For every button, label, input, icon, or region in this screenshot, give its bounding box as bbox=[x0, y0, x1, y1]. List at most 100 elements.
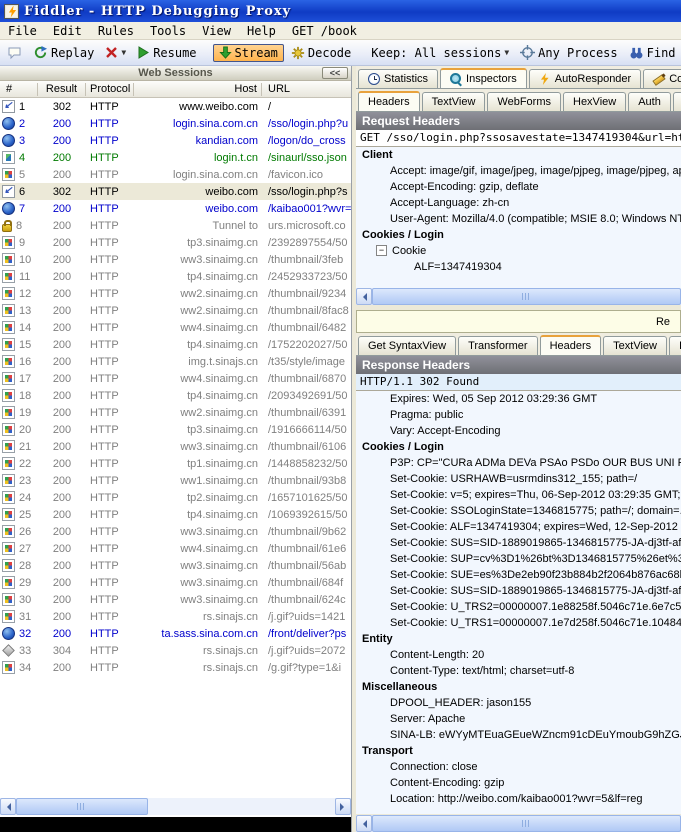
header-item[interactable]: Set-Cookie: U_TRS2=00000007.1e88258f.504… bbox=[356, 599, 681, 615]
header-item[interactable]: Content-Length: 20 bbox=[356, 647, 681, 663]
table-row[interactable]: 12 200 HTTP ww2.sinaimg.cn /thumbnail/92… bbox=[0, 285, 351, 302]
tree-section-header[interactable]: Cookies / Login bbox=[356, 227, 681, 243]
table-row[interactable]: 15 200 HTTP tp4.sinaimg.cn /1752202027/5… bbox=[0, 336, 351, 353]
header-item[interactable]: Content-Encoding: gzip bbox=[356, 775, 681, 791]
header-item[interactable]: Expires: Wed, 05 Sep 2012 03:29:36 GMT bbox=[356, 391, 681, 407]
decode-button[interactable]: Decode bbox=[287, 44, 355, 62]
request-inspector-tab[interactable]: Auth bbox=[628, 92, 671, 111]
request-inspector-tab[interactable]: C bbox=[673, 92, 681, 111]
request-line[interactable]: GET /sso/login.php?ssosavestate=13474193… bbox=[356, 130, 681, 147]
response-inspector-tab[interactable]: Headers bbox=[540, 335, 602, 356]
menu-item[interactable]: Tools bbox=[142, 22, 194, 39]
response-inspector-tab[interactable]: Transformer bbox=[458, 336, 538, 355]
menu-item[interactable]: View bbox=[194, 22, 239, 39]
header-item[interactable]: Server: Apache bbox=[356, 711, 681, 727]
menu-item[interactable]: File bbox=[0, 22, 45, 39]
delete-button[interactable]: ▼ bbox=[101, 44, 130, 61]
table-row[interactable]: 19 200 HTTP ww2.sinaimg.cn /thumbnail/63… bbox=[0, 404, 351, 421]
response-status-line[interactable]: HTTP/1.1 302 Found bbox=[356, 374, 681, 391]
table-row[interactable]: 6 302 HTTP weibo.com /sso/login.php?s bbox=[0, 183, 351, 200]
header-item[interactable]: Set-Cookie: USRHAWB=usrmdins312_155; pat… bbox=[356, 471, 681, 487]
header-item[interactable]: Connection: close bbox=[356, 759, 681, 775]
header-item[interactable]: Content-Type: text/html; charset=utf-8 bbox=[356, 663, 681, 679]
table-row[interactable]: 20 200 HTTP tp3.sinaimg.cn /1916666114/5… bbox=[0, 421, 351, 438]
column-header-url[interactable]: URL bbox=[262, 83, 351, 96]
scroll-left-arrow[interactable] bbox=[356, 815, 372, 832]
header-item[interactable]: Set-Cookie: SUE=es%3De2eb90f23b884b2f206… bbox=[356, 567, 681, 583]
delete-dropdown-caret[interactable]: ▼ bbox=[121, 48, 126, 57]
table-row[interactable]: 16 200 HTTP img.t.sinajs.cn /t35/style/i… bbox=[0, 353, 351, 370]
header-item[interactable]: Cookie bbox=[356, 243, 681, 259]
table-row[interactable]: 29 200 HTTP ww3.sinaimg.cn /thumbnail/68… bbox=[0, 574, 351, 591]
header-item[interactable]: Location: http://weibo.com/kaibao001?wvr… bbox=[356, 791, 681, 807]
table-row[interactable]: 14 200 HTTP ww4.sinaimg.cn /thumbnail/64… bbox=[0, 319, 351, 336]
menu-item[interactable]: Edit bbox=[45, 22, 90, 39]
header-item[interactable]: Accept-Language: zh-cn bbox=[356, 195, 681, 211]
menu-item[interactable]: Rules bbox=[90, 22, 142, 39]
response-encoding-banner[interactable]: Re bbox=[356, 310, 681, 333]
tree-section-header[interactable]: Client bbox=[356, 147, 681, 163]
request-inspector-tab[interactable]: Headers bbox=[358, 91, 420, 112]
table-row[interactable]: 2 200 HTTP login.sina.com.cn /sso/login.… bbox=[0, 115, 351, 132]
table-row[interactable]: 13 200 HTTP ww2.sinaimg.cn /thumbnail/8f… bbox=[0, 302, 351, 319]
table-row[interactable]: 26 200 HTTP ww3.sinaimg.cn /thumbnail/9b… bbox=[0, 523, 351, 540]
table-row[interactable]: 11 200 HTTP tp4.sinaimg.cn /2452933723/5… bbox=[0, 268, 351, 285]
table-row[interactable]: 27 200 HTTP ww4.sinaimg.cn /thumbnail/61… bbox=[0, 540, 351, 557]
column-header-result[interactable]: Result bbox=[38, 83, 86, 96]
table-row[interactable]: 5 200 HTTP login.sina.com.cn /favicon.ic… bbox=[0, 166, 351, 183]
header-item[interactable]: Set-Cookie: SUS=SID-1889019865-134681577… bbox=[356, 583, 681, 599]
collapse-panel-button[interactable]: << bbox=[322, 67, 348, 79]
header-item[interactable]: DPOOL_HEADER: jason155 bbox=[356, 695, 681, 711]
header-item[interactable]: ALF=1347419304 bbox=[356, 259, 681, 275]
replay-button[interactable]: Replay bbox=[29, 43, 98, 62]
main-tab[interactable]: Comp bbox=[643, 69, 681, 88]
resume-button[interactable]: Resume bbox=[133, 44, 200, 62]
request-inspector-tab[interactable]: TextView bbox=[422, 92, 486, 111]
table-row[interactable]: 7 200 HTTP weibo.com /kaibao001?wvr= bbox=[0, 200, 351, 217]
tree-section-header[interactable]: Miscellaneous bbox=[356, 679, 681, 695]
column-header-protocol[interactable]: Protocol bbox=[86, 83, 134, 96]
header-item[interactable]: Pragma: public bbox=[356, 407, 681, 423]
request-inspector-tab[interactable]: HexView bbox=[563, 92, 626, 111]
header-item[interactable]: Set-Cookie: ALF=1347419304; expires=Wed,… bbox=[356, 519, 681, 535]
column-header-number[interactable]: # bbox=[0, 83, 38, 96]
main-tab[interactable]: Inspectors bbox=[440, 68, 527, 89]
response-inspector-tab[interactable]: Im bbox=[669, 336, 681, 355]
scroll-left-arrow[interactable] bbox=[356, 288, 372, 305]
column-header-host[interactable]: Host bbox=[134, 83, 262, 96]
table-row[interactable]: 32 200 HTTP ta.sass.sina.com.cn /front/d… bbox=[0, 625, 351, 642]
table-row[interactable]: 31 200 HTTP rs.sinajs.cn /j.gif?uids=142… bbox=[0, 608, 351, 625]
header-item[interactable]: Set-Cookie: SSOLoginState=1346815775; pa… bbox=[356, 503, 681, 519]
table-row[interactable]: 33 304 HTTP rs.sinajs.cn /j.gif?uids=207… bbox=[0, 642, 351, 659]
table-row[interactable]: 17 200 HTTP ww4.sinaimg.cn /thumbnail/68… bbox=[0, 370, 351, 387]
keep-sessions-dropdown[interactable]: Keep: All sessions ▼ bbox=[367, 44, 513, 62]
header-item[interactable]: Vary: Accept-Encoding bbox=[356, 423, 681, 439]
header-item[interactable]: Set-Cookie: v=5; expires=Thu, 06-Sep-201… bbox=[356, 487, 681, 503]
table-row[interactable]: 3 200 HTTP kandian.com /logon/do_cross bbox=[0, 132, 351, 149]
stream-toggle-button[interactable]: Stream bbox=[213, 44, 284, 62]
header-item[interactable]: Accept: image/gif, image/jpeg, image/pjp… bbox=[356, 163, 681, 179]
scroll-thumb[interactable] bbox=[372, 815, 681, 832]
table-row[interactable]: 9 200 HTTP tp3.sinaimg.cn /2392897554/50 bbox=[0, 234, 351, 251]
scroll-right-arrow[interactable] bbox=[335, 798, 351, 815]
table-row[interactable]: 4 200 HTTP login.t.cn /sinaurl/sso.json bbox=[0, 149, 351, 166]
quickexec-input[interactable] bbox=[0, 817, 351, 832]
scroll-left-arrow[interactable] bbox=[0, 798, 16, 815]
tree-section-header[interactable]: Entity bbox=[356, 631, 681, 647]
header-item[interactable]: P3P: CP="CURa ADMa DEVa PSAo PSDo OUR BU… bbox=[356, 455, 681, 471]
menu-item[interactable]: GET /book bbox=[284, 22, 365, 39]
request-inspector-tab[interactable]: WebForms bbox=[487, 92, 561, 111]
header-item[interactable]: SINA-LB: eWYyMTEuaGEueWZncm91cDEuYmoubG9… bbox=[356, 727, 681, 743]
scroll-thumb[interactable] bbox=[16, 798, 148, 815]
menu-item[interactable]: Help bbox=[239, 22, 284, 39]
table-row[interactable]: 28 200 HTTP ww3.sinaimg.cn /thumbnail/56… bbox=[0, 557, 351, 574]
table-row[interactable]: 24 200 HTTP tp2.sinaimg.cn /1657101625/5… bbox=[0, 489, 351, 506]
table-row[interactable]: 34 200 HTTP rs.sinajs.cn /g.gif?type=1&i bbox=[0, 659, 351, 676]
table-row[interactable]: 8 200 HTTP Tunnel to urs.microsoft.co bbox=[0, 217, 351, 234]
table-row[interactable]: 25 200 HTTP tp4.sinaimg.cn /1069392615/5… bbox=[0, 506, 351, 523]
scroll-thumb[interactable] bbox=[372, 288, 681, 305]
response-inspector-tab[interactable]: Get SyntaxView bbox=[358, 336, 456, 355]
table-row[interactable]: 1 302 HTTP www.weibo.com / bbox=[0, 98, 351, 115]
table-row[interactable]: 23 200 HTTP ww1.sinaimg.cn /thumbnail/93… bbox=[0, 472, 351, 489]
table-row[interactable]: 21 200 HTTP ww3.sinaimg.cn /thumbnail/61… bbox=[0, 438, 351, 455]
